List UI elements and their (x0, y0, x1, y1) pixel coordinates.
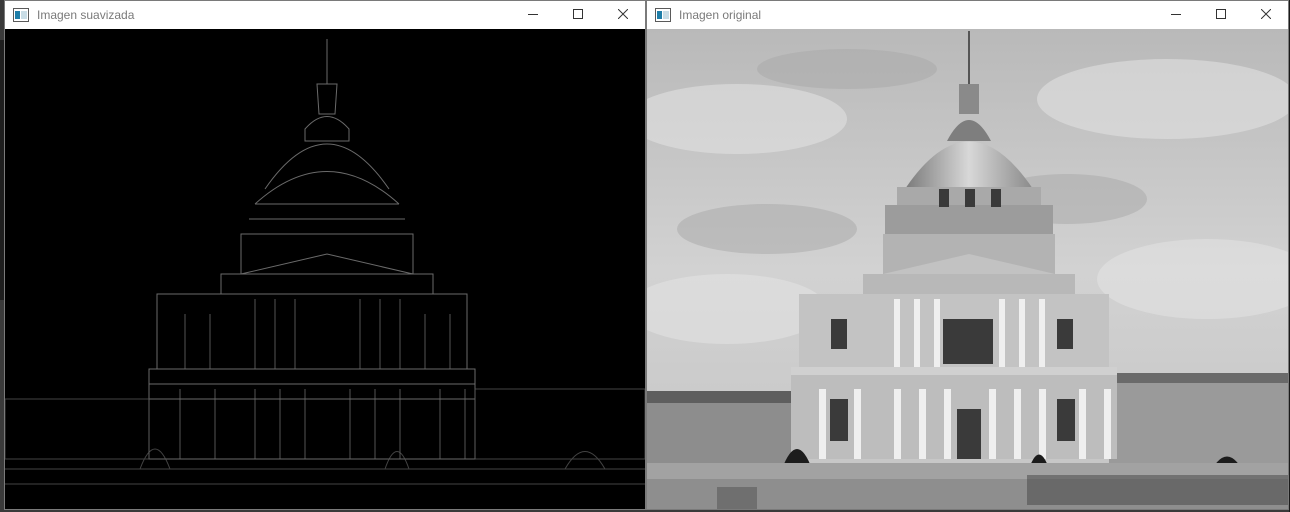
maximize-button[interactable] (1198, 1, 1243, 29)
maximize-icon (1215, 6, 1226, 24)
close-button[interactable] (1243, 1, 1288, 29)
window-title: Imagen original (679, 8, 762, 22)
maximize-icon (572, 6, 583, 24)
original-photo (647, 29, 1288, 509)
close-icon (617, 6, 628, 24)
app-window-icon (655, 8, 671, 22)
app-window-icon (13, 8, 29, 22)
close-button[interactable] (600, 1, 645, 29)
minimize-icon (527, 6, 538, 24)
window-controls (510, 1, 645, 29)
window-imagen-suavizada[interactable]: Imagen suavizada (4, 0, 646, 510)
minimize-button[interactable] (510, 1, 555, 29)
titlebar[interactable]: Imagen suavizada (5, 1, 645, 29)
minimize-button[interactable] (1153, 1, 1198, 29)
edge-detected-image (5, 29, 645, 509)
minimize-icon (1170, 6, 1181, 24)
close-icon (1260, 6, 1271, 24)
window-title: Imagen suavizada (37, 8, 135, 22)
desktop: Imagen suavizada Imagen original (0, 0, 1290, 512)
maximize-button[interactable] (555, 1, 600, 29)
window-imagen-original[interactable]: Imagen original (646, 0, 1289, 510)
window-controls (1153, 1, 1288, 29)
titlebar[interactable]: Imagen original (647, 1, 1288, 29)
